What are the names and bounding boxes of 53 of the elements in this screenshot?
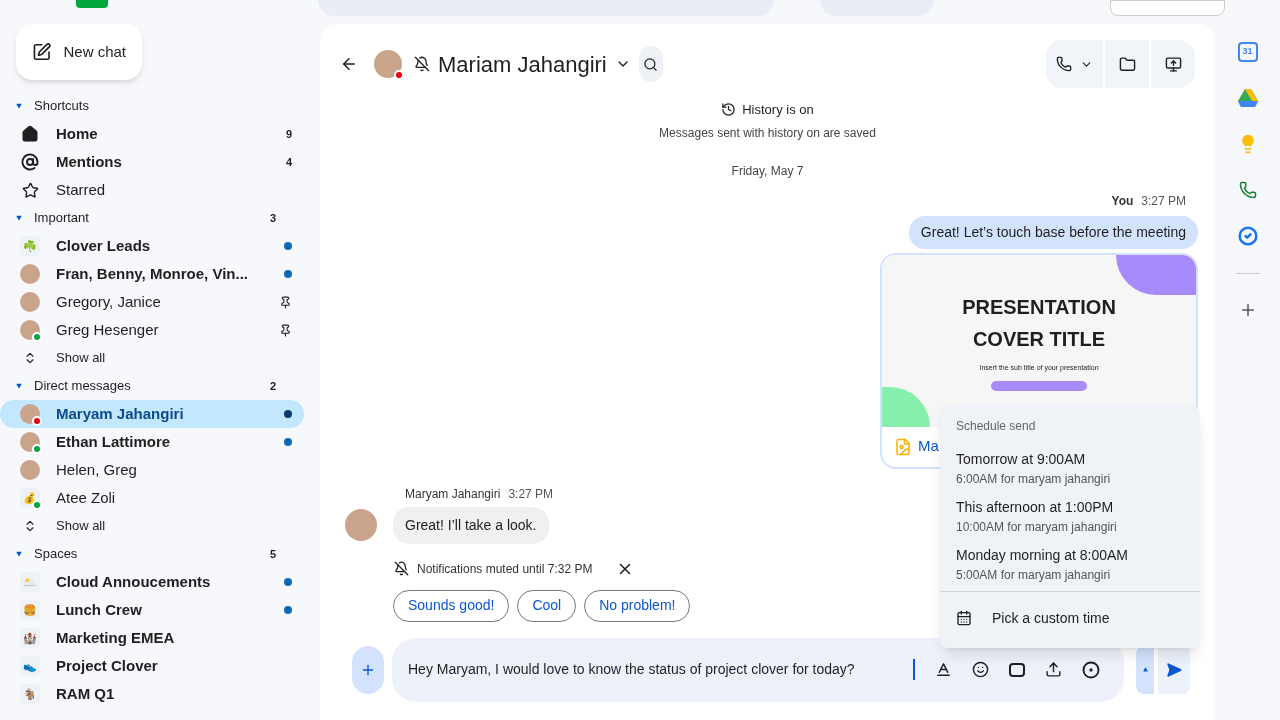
item-label: Mentions xyxy=(56,151,123,172)
section-label: Direct messages xyxy=(34,377,132,396)
history-subtitle: Messages sent with history on are saved xyxy=(659,124,876,142)
item-count: 4 xyxy=(285,154,292,170)
item-label: Show all xyxy=(56,349,107,368)
sender-name: Maryam Jahangiri xyxy=(405,485,501,503)
option-detail: 5:00AM for maryam jahangiri xyxy=(956,567,1112,584)
option-label: Monday morning at 8:00AM xyxy=(956,546,1129,565)
message-bubble: Great! I’ll take a look. xyxy=(393,506,549,544)
item-label: Project Clover xyxy=(56,655,159,676)
item-label: Fran, Benny, Monroe, Vin... xyxy=(56,263,249,284)
item-label: Atee Zoli xyxy=(56,487,117,508)
section-label: Shortcuts xyxy=(34,97,90,116)
option-detail: 6:00AM for maryam jahangiri xyxy=(956,471,1112,488)
file-name: Ma xyxy=(918,436,939,457)
message-time: 3:27 PM xyxy=(1141,192,1186,210)
space-emoji: 🏰 xyxy=(20,628,40,648)
item-label: Marketing EMEA xyxy=(56,627,176,648)
date-divider: Friday, May 7 xyxy=(731,162,804,180)
item-label: Maryam Jahangiri xyxy=(56,403,185,424)
section-count: 3 xyxy=(269,210,276,226)
space-emoji: 🍔 xyxy=(20,600,40,620)
item-label: Greg Hesenger xyxy=(56,319,160,340)
section-label: Important xyxy=(34,209,90,228)
section-count: 5 xyxy=(269,546,276,562)
item-label: RAM Q1 xyxy=(56,683,116,704)
item-label: Ethan Lattimore xyxy=(56,431,172,452)
item-label: Clover Leads xyxy=(56,235,152,256)
section-count: 2 xyxy=(269,378,276,394)
item-label: Gregory, Janice xyxy=(56,291,162,312)
option-detail: 10:00AM for maryam jahangiri xyxy=(956,519,1118,536)
input-text: Hey Maryam, I would love to know the status of project clover for today? xyxy=(408,659,915,680)
sender-name: You xyxy=(1111,192,1134,210)
item-label: Home xyxy=(56,123,99,144)
item-count: 9 xyxy=(285,126,292,142)
option-label: This afternoon at 1:00PM xyxy=(956,498,1115,517)
option-label: Tomorrow at 9:00AM xyxy=(956,450,1087,469)
message-time: 3:27 PM xyxy=(508,485,554,503)
item-label: Show all xyxy=(56,517,107,536)
space-emoji: ☘ xyxy=(20,236,40,256)
history-title: History is on xyxy=(742,101,814,119)
item-label: Lunch Crew xyxy=(56,599,143,620)
menu-title: Schedule send xyxy=(955,418,1037,435)
space-emoji: 🌥 xyxy=(20,572,40,592)
item-label: Cloud Annoucements xyxy=(56,571,212,592)
muted-notice: Notifications muted until 7:32 PM xyxy=(417,560,593,578)
space-emoji: 🐐 xyxy=(20,684,40,704)
section-label: Spaces xyxy=(34,545,79,564)
message-bubble: Great! Let’s touch base before the meeting xyxy=(908,215,1198,249)
slide-title: PRESENTATION COVER TITLE xyxy=(961,294,1117,352)
item-label: Starred xyxy=(56,179,107,200)
space-emoji: 👟 xyxy=(20,656,40,676)
item-label: Helen, Greg xyxy=(56,459,138,480)
